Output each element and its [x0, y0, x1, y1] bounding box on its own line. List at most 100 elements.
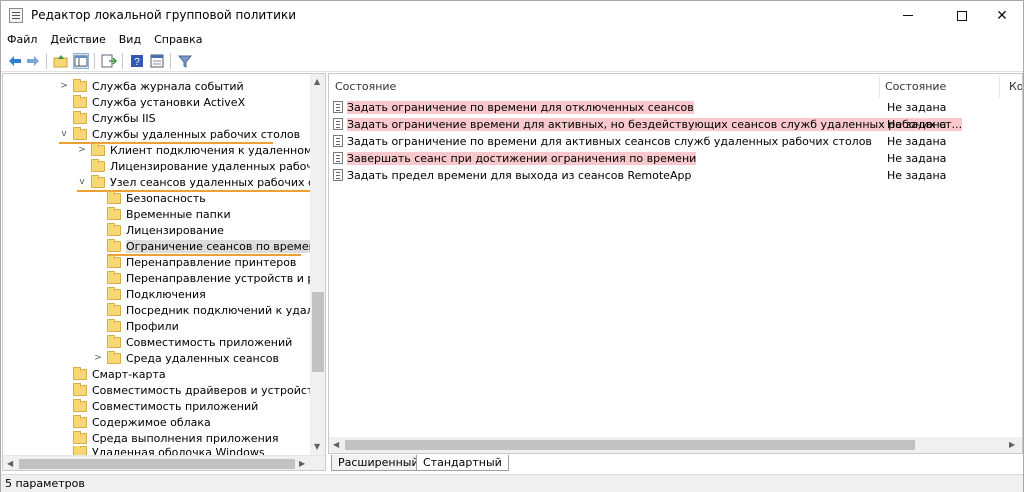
- forward-button[interactable]: [25, 53, 41, 69]
- tree-item-label: Службы удаленных рабочих столов: [92, 127, 301, 141]
- tree-item-profiles[interactable]: Профили: [107, 318, 179, 334]
- close-button[interactable]: ✕: [979, 1, 1024, 30]
- export-list-button[interactable]: [101, 53, 117, 69]
- column-header-state[interactable]: Состояние: [885, 80, 946, 96]
- column-header-comment[interactable]: Ко: [1009, 80, 1022, 96]
- show-hide-tree-icon: [74, 55, 88, 67]
- tree-horizontal-scrollbar[interactable]: ◀ ▶: [3, 455, 325, 470]
- collapse-arrow-icon[interactable]: v: [77, 177, 87, 187]
- help-button[interactable]: ?: [129, 53, 145, 69]
- folder-icon: [73, 94, 87, 108]
- tree-vertical-scrollbar[interactable]: ▲ ▼: [310, 74, 325, 455]
- tree-item-licensing[interactable]: Лицензирование: [107, 222, 224, 238]
- policy-state: Не задана: [887, 117, 947, 131]
- tree-item-iis[interactable]: Службы IIS: [73, 110, 156, 126]
- tree-item-device-redirection[interactable]: Перенаправление устройств и ресур: [107, 270, 326, 286]
- tree-item-label: Служба установки ActiveX: [92, 95, 246, 109]
- menu-action[interactable]: Действие: [50, 33, 105, 46]
- scroll-right-icon[interactable]: ▶: [299, 459, 305, 468]
- tree-item-label: Перенаправление устройств и ресур: [126, 271, 326, 285]
- policy-row[interactable]: Задать предел времени для выхода из сеан…: [333, 167, 691, 183]
- policy-name: Задать ограничение по времени для активн…: [347, 134, 872, 148]
- back-button[interactable]: [7, 53, 23, 69]
- tree-item-remote-desktop-services[interactable]: v Службы удаленных рабочих столов: [59, 126, 300, 142]
- folder-icon: [73, 366, 87, 380]
- tree-item-rd-client[interactable]: > Клиент подключения к удаленному рабо: [77, 142, 325, 158]
- scroll-left-icon[interactable]: ◀: [333, 440, 339, 449]
- up-folder-button[interactable]: [53, 53, 69, 69]
- expand-arrow-icon[interactable]: >: [59, 81, 69, 91]
- menu-view[interactable]: Вид: [119, 33, 141, 46]
- column-divider[interactable]: [999, 76, 1000, 98]
- up-folder-icon: [53, 55, 68, 68]
- collapse-arrow-icon[interactable]: v: [59, 129, 69, 139]
- folder-icon: [107, 206, 121, 220]
- tree-item-label: Среда удаленных сеансов: [126, 351, 280, 365]
- scroll-up-icon[interactable]: ▲: [314, 77, 320, 86]
- list-horizontal-scrollbar[interactable]: ◀ ▶: [329, 437, 1022, 453]
- tree-item-activex-installer[interactable]: Служба установки ActiveX: [73, 94, 245, 110]
- policy-row[interactable]: Задать ограничение по времени для отключ…: [333, 99, 694, 115]
- policy-state: Не задана: [887, 151, 947, 165]
- toolbar: ?: [1, 50, 1023, 72]
- tree-item-cloud-content[interactable]: Содержимое облака: [73, 414, 211, 430]
- svg-text:?: ?: [134, 57, 140, 68]
- properties-button[interactable]: [149, 53, 165, 69]
- folder-icon: [107, 190, 121, 204]
- filter-button[interactable]: [177, 53, 193, 69]
- tree-item-app-compat[interactable]: Совместимость приложений: [73, 398, 258, 414]
- folder-icon: [73, 446, 87, 455]
- tree-item-temp-folders[interactable]: Временные папки: [107, 206, 231, 222]
- tree-item-event-log-service[interactable]: > Служба журнала событий: [59, 78, 244, 94]
- tree-item-connection-broker[interactable]: Посредник подключений к удаленно: [107, 302, 325, 318]
- menu-help[interactable]: Справка: [154, 33, 202, 46]
- scroll-down-icon[interactable]: ▼: [314, 442, 320, 451]
- tree-item-driver-compat[interactable]: Совместимость драйверов и устройств: [73, 382, 320, 398]
- menu-file[interactable]: Файл: [7, 33, 37, 46]
- expand-arrow-icon[interactable]: >: [77, 145, 87, 155]
- tab-extended[interactable]: Расширенный: [331, 455, 426, 471]
- tree-item-rd-session-host[interactable]: v Узел сеансов удаленных рабочих столов: [77, 174, 325, 190]
- navigation-tree: > Служба журнала событий Служба установк…: [2, 73, 326, 471]
- scroll-left-icon[interactable]: ◀: [7, 459, 13, 468]
- scrollbar-thumb[interactable]: [312, 292, 324, 372]
- tree-item-label: Смарт-карта: [92, 367, 166, 381]
- tree-item-printer-redirection[interactable]: Перенаправление принтеров: [107, 254, 296, 270]
- policy-row[interactable]: Завершать сеанс при достижении ограничен…: [333, 150, 697, 166]
- folder-icon: [107, 270, 121, 284]
- tree-item-label: Удаленная оболочка Windows: [92, 446, 265, 455]
- tree-item-label: Служба журнала событий: [92, 79, 244, 93]
- folder-icon: [107, 286, 121, 300]
- folder-icon: [73, 78, 87, 92]
- tree-item-rd-licensing[interactable]: Лицензирование удаленных рабочих стс: [91, 158, 325, 174]
- folder-icon: [107, 334, 121, 348]
- expand-arrow-icon[interactable]: >: [93, 353, 103, 363]
- column-divider[interactable]: [879, 76, 880, 98]
- tree-item-app-compat-rd[interactable]: Совместимость приложений: [107, 334, 292, 350]
- scrollbar-thumb[interactable]: [345, 440, 915, 450]
- tree-item-remote-shell[interactable]: Удаленная оболочка Windows: [73, 446, 265, 455]
- status-bar: 5 параметров: [1, 474, 1023, 492]
- tree-item-label: Службы IIS: [92, 111, 156, 125]
- tree-item-remote-session-env[interactable]: > Среда удаленных сеансов: [93, 350, 279, 366]
- folder-icon: [107, 318, 121, 332]
- tree-item-smart-card[interactable]: Смарт-карта: [73, 366, 166, 382]
- scroll-right-icon[interactable]: ▶: [1009, 440, 1015, 449]
- folder-icon: [73, 430, 87, 444]
- policy-setting-icon: [333, 135, 343, 147]
- show-hide-tree-button[interactable]: [73, 53, 89, 69]
- policy-row[interactable]: Задать ограничение времени для активных,…: [333, 116, 963, 132]
- tree-item-session-time-limits[interactable]: Ограничение сеансов по времени: [107, 238, 323, 254]
- tree-item-security[interactable]: Безопасность: [107, 190, 206, 206]
- tab-standard[interactable]: Стандартный: [416, 455, 509, 471]
- folder-icon: [91, 142, 105, 156]
- tree-item-app-runtime[interactable]: Среда выполнения приложения: [73, 430, 279, 446]
- minimize-icon: [903, 15, 913, 16]
- tree-item-connections[interactable]: Подключения: [107, 286, 206, 302]
- minimize-button[interactable]: [885, 1, 931, 30]
- title-bar: Редактор локальной групповой политики ✕: [1, 1, 1023, 30]
- scrollbar-thumb[interactable]: [19, 459, 295, 469]
- column-header-setting[interactable]: Состояние: [335, 80, 396, 96]
- policy-row[interactable]: Задать ограничение по времени для активн…: [333, 133, 872, 149]
- folder-icon: [73, 110, 87, 124]
